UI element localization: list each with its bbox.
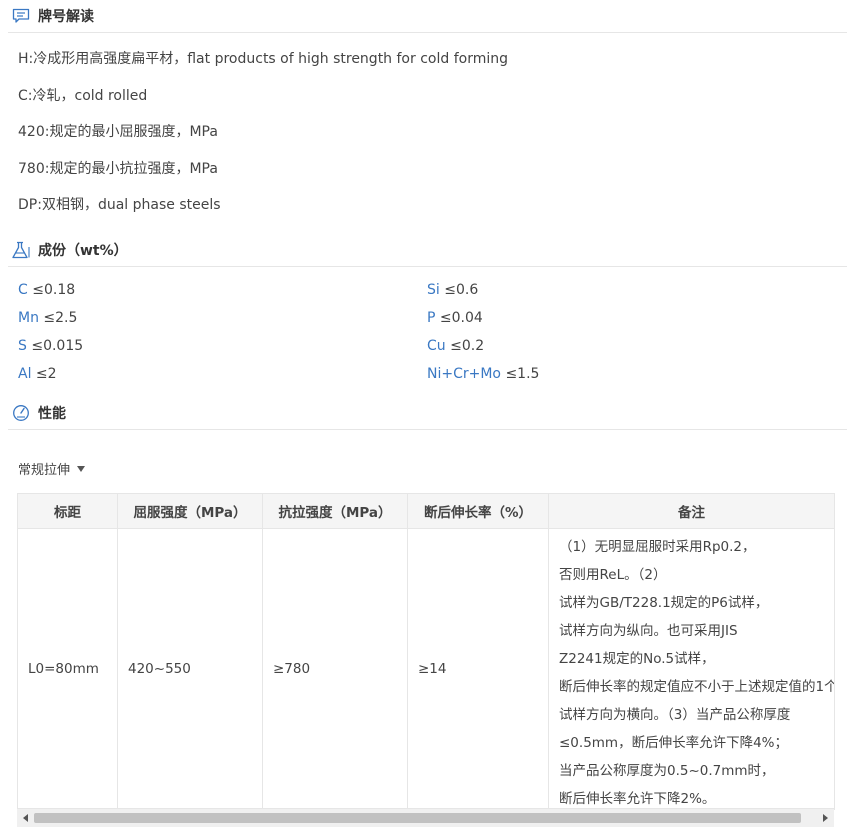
cell-elongation: ≥14 bbox=[407, 528, 549, 810]
composition-element: Mn bbox=[18, 310, 39, 326]
performance-table: 标距 屈服强度（MPa） 抗拉强度（MPa） 断后伸长率（%） 备注 L0=80… bbox=[17, 493, 835, 810]
comment-icon bbox=[10, 6, 32, 26]
composition-item: Cu ≤0.2 bbox=[427, 338, 484, 354]
composition-item: Mn ≤2.5 bbox=[18, 310, 77, 326]
column-header-note: 备注 bbox=[548, 493, 835, 529]
scrollbar-thumb[interactable] bbox=[34, 813, 801, 823]
composition-value: ≤0.6 bbox=[444, 282, 479, 298]
composition-value: ≤0.18 bbox=[32, 282, 76, 298]
note-line: 断后伸长率的规定值应不小于上述规定值的1个百分点， bbox=[559, 679, 834, 695]
column-header-gauge: 标距 bbox=[17, 493, 118, 529]
horizontal-scrollbar[interactable] bbox=[17, 808, 834, 827]
composition-element: Al bbox=[18, 366, 32, 382]
note-line: 试样为GB/T228.1规定的P6试样， bbox=[559, 595, 769, 611]
note-line: 否则用ReL。（2） bbox=[559, 567, 667, 583]
gauge-icon bbox=[10, 403, 32, 423]
note-line: ≤0.5mm，断后伸长率允许下降4%； bbox=[559, 735, 788, 751]
column-header-elongation: 断后伸长率（%） bbox=[407, 493, 549, 529]
composition-value: ≤0.015 bbox=[31, 338, 84, 354]
cell-note: （1）无明显屈服时采用Rp0.2， 否则用ReL。（2） 试样为GB/T228.… bbox=[548, 528, 835, 810]
column-header-tensile: 抗拉强度（MPa） bbox=[262, 493, 408, 529]
composition-element: Cu bbox=[427, 338, 446, 354]
composition-value: ≤2.5 bbox=[43, 310, 78, 326]
performance-section-header: 性能 bbox=[8, 397, 847, 430]
composition-value: ≤0.04 bbox=[439, 310, 483, 326]
composition-element: Ni+Cr+Mo bbox=[427, 366, 501, 382]
composition-element: Si bbox=[427, 282, 440, 298]
note-line: （1）无明显屈服时采用Rp0.2， bbox=[559, 539, 756, 555]
grade-line: H:冷成形用高强度扁平材，flat products of high stren… bbox=[18, 51, 508, 67]
composition-value: ≤2 bbox=[35, 366, 57, 382]
grade-section-title: 牌号解读 bbox=[38, 9, 94, 25]
note-line: Z2241规定的No.5试样， bbox=[559, 651, 715, 667]
composition-section-title: 成份（wt%） bbox=[38, 243, 128, 259]
note-content: （1）无明显屈服时采用Rp0.2， 否则用ReL。（2） 试样为GB/T228.… bbox=[549, 529, 834, 809]
note-line: 断后伸长率允许下降2%。 bbox=[559, 791, 716, 807]
cell-yield: 420~550 bbox=[117, 528, 263, 810]
cell-gauge: L0=80mm bbox=[17, 528, 118, 810]
test-type-dropdown-label: 常规拉伸 bbox=[18, 463, 71, 478]
composition-element: P bbox=[427, 310, 436, 326]
composition-value: ≤1.5 bbox=[505, 366, 540, 382]
caret-down-icon bbox=[77, 465, 86, 472]
composition-item: Si ≤0.6 bbox=[427, 282, 478, 298]
table-header-row: 标距 屈服强度（MPa） 抗拉强度（MPa） 断后伸长率（%） 备注 bbox=[17, 493, 835, 529]
grade-line: DP:双相钢，dual phase steels bbox=[18, 197, 221, 213]
grade-line: 420:规定的最小屈服强度，MPa bbox=[18, 124, 218, 140]
composition-item: S ≤0.015 bbox=[18, 338, 83, 354]
composition-element: C bbox=[18, 282, 28, 298]
composition-value: ≤0.2 bbox=[450, 338, 485, 354]
composition-item: Ni+Cr+Mo ≤1.5 bbox=[427, 366, 539, 382]
grade-line: C:冷轧，cold rolled bbox=[18, 88, 148, 104]
test-type-dropdown[interactable]: 常规拉伸 bbox=[18, 459, 86, 478]
performance-section-title: 性能 bbox=[38, 406, 66, 422]
grade-section-header: 牌号解读 bbox=[8, 0, 847, 33]
table-row: L0=80mm 420~550 ≥780 ≥14 （1）无明显屈服时采用Rp0.… bbox=[17, 528, 835, 810]
note-line: 当产品公称厚度为0.5~0.7mm时， bbox=[559, 763, 775, 779]
composition-item: P ≤0.04 bbox=[427, 310, 483, 326]
composition-element: S bbox=[18, 338, 27, 354]
note-line: 试样方向为纵向。也可采用JIS bbox=[559, 623, 738, 639]
scroll-left-arrow-icon[interactable] bbox=[23, 814, 28, 822]
composition-item: Al ≤2 bbox=[18, 366, 57, 382]
column-header-yield: 屈服强度（MPa） bbox=[117, 493, 263, 529]
flask-icon bbox=[10, 240, 32, 260]
cell-tensile: ≥780 bbox=[262, 528, 408, 810]
note-line: 试样方向为横向。（3）当产品公称厚度 bbox=[559, 707, 791, 723]
composition-item: C ≤0.18 bbox=[18, 282, 75, 298]
grade-line: 780:规定的最小抗拉强度，MPa bbox=[18, 161, 218, 177]
composition-section-header: 成份（wt%） bbox=[8, 234, 847, 267]
scroll-right-arrow-icon[interactable] bbox=[823, 814, 828, 822]
